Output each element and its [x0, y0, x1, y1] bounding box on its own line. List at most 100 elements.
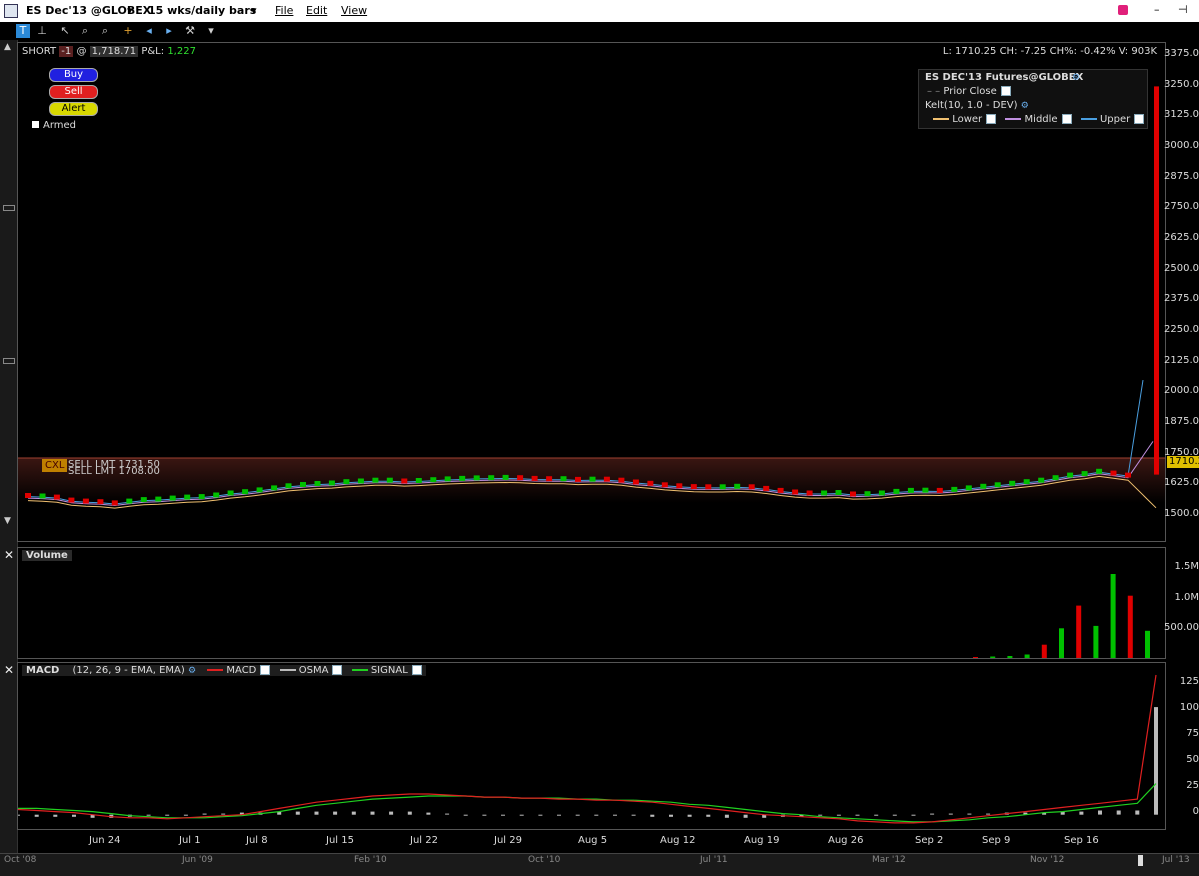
volume-bar [1093, 625, 1099, 658]
macd-line [18, 674, 1157, 824]
price-candle [589, 476, 596, 482]
zoom-out-icon[interactable]: ⌕ [98, 24, 112, 38]
menu-edit[interactable]: Edit [306, 4, 327, 17]
price-candle [314, 481, 321, 486]
minimize-icon[interactable]: – [1154, 3, 1160, 16]
volume-bar [990, 656, 996, 658]
alert-button[interactable]: Alert [49, 102, 98, 116]
splitter-handle[interactable] [3, 358, 15, 364]
lower-line-icon [933, 118, 949, 120]
signal-line-icon [351, 669, 368, 671]
left-scroll-strip: ▲ ▼ ✕ ✕ [0, 40, 18, 855]
price-candle [792, 489, 799, 495]
dash-line-icon: – – [927, 86, 941, 97]
toolbar-dropdown-icon[interactable]: ▾ [204, 24, 218, 38]
close-macd-icon[interactable]: ✕ [4, 663, 14, 677]
price-candle [97, 499, 104, 505]
overview-tick: Mar '12 [872, 855, 906, 865]
link-icon[interactable] [1118, 5, 1128, 15]
middle-checkbox[interactable] [1061, 114, 1072, 124]
price-candle [155, 496, 162, 502]
legend-settings-icon[interactable]: ⚙ [1072, 73, 1080, 83]
osma-bar [426, 812, 431, 815]
menu-view[interactable]: View [341, 4, 367, 17]
osma-bar [818, 814, 823, 816]
period-chevron-down-icon[interactable]: ▾ [251, 4, 257, 17]
price-candle [1125, 472, 1131, 478]
cancel-order-button[interactable]: CXL [42, 459, 68, 472]
osma-bar [874, 814, 879, 816]
price-tick: 2875.0 [1164, 171, 1199, 182]
osma-bar [706, 814, 711, 817]
scroll-up-icon[interactable]: ▲ [4, 42, 11, 52]
armed-checkbox[interactable]: Armed [32, 120, 76, 131]
osma-bar [72, 814, 76, 817]
price-axis[interactable]: 3375.0 3250.0 3125.0 3000.0 2875.0 2750.… [1164, 42, 1199, 540]
volume-chart [973, 574, 1150, 658]
cursor-icon[interactable]: ↖ [58, 24, 72, 38]
osma-bar [836, 814, 841, 816]
upper-checkbox[interactable] [1134, 114, 1145, 124]
macd-checkbox[interactable] [260, 665, 271, 675]
price-candle [1038, 477, 1045, 483]
date-tick: Sep 16 [1064, 835, 1099, 846]
lower-checkbox[interactable] [986, 114, 997, 124]
text-tool-icon[interactable]: T [16, 24, 30, 38]
price-candle [502, 474, 509, 480]
symbol-chevron-down-icon[interactable]: ▾ [127, 4, 133, 17]
date-tick: Jul 15 [326, 835, 354, 846]
price-candle [878, 490, 885, 496]
date-tick: Sep 9 [982, 835, 1011, 846]
wrench-icon[interactable]: ⚒ [183, 24, 197, 38]
osma-bar [687, 814, 692, 817]
osma-bar [18, 814, 20, 816]
crosshair-icon[interactable]: + [121, 24, 135, 38]
splitter-handle[interactable] [3, 205, 15, 211]
price-tick: 3250.0 [1164, 79, 1199, 90]
prior-close-checkbox[interactable] [1000, 86, 1011, 96]
buy-button[interactable]: Buy [49, 68, 98, 82]
price-candle [1110, 470, 1117, 476]
osma-bar [407, 811, 412, 815]
macd-settings-icon[interactable]: ⚙ [188, 666, 196, 676]
sell-button[interactable]: Sell [49, 85, 98, 99]
price-candle [575, 476, 581, 482]
armed-label: Armed [43, 120, 77, 131]
menu-file[interactable]: File [275, 4, 293, 17]
zoom-in-icon[interactable]: ⌕ [78, 24, 92, 38]
date-tick: Aug 5 [578, 835, 608, 846]
macd-tick: 100 [1179, 702, 1199, 713]
scroll-left-icon[interactable]: ◂ [142, 24, 156, 38]
price-candle [401, 478, 408, 484]
armed-box[interactable] [32, 121, 39, 128]
middle-line-icon [1005, 118, 1022, 120]
osma-checkbox[interactable] [332, 665, 343, 675]
close-volume-icon[interactable]: ✕ [4, 548, 14, 562]
bar-style-icon[interactable]: ⊥ [35, 24, 49, 38]
overview-scrollbar[interactable] [0, 853, 1199, 876]
kelt-settings-icon[interactable]: ⚙ [1021, 101, 1029, 111]
osma-bar [557, 814, 561, 816]
price-candle [922, 487, 929, 493]
price-candle [82, 498, 89, 504]
scroll-down-icon[interactable]: ▼ [4, 516, 11, 526]
price-candle [198, 494, 205, 500]
price-candle [705, 484, 712, 490]
scroll-right-icon[interactable]: ▸ [162, 24, 176, 38]
price-candle [517, 475, 524, 481]
signal-checkbox[interactable] [411, 665, 422, 675]
current-price-tag: 1710.2 [1167, 456, 1199, 468]
legend-prior-close[interactable]: – – Prior Close [927, 86, 1011, 97]
price-candle [328, 480, 335, 486]
osma-bar [1098, 810, 1102, 815]
osma-bar [1154, 707, 1158, 815]
price-candle [300, 482, 306, 487]
period-selector[interactable]: 15 wks/daily bars [148, 4, 256, 17]
macd-tick: 125 [1179, 676, 1199, 687]
price-candle [459, 475, 466, 481]
osma-bar [314, 811, 319, 815]
overview-thumb[interactable] [1138, 855, 1143, 866]
position-price: 1,718.71 [89, 46, 139, 57]
detach-icon[interactable]: ⊣ [1178, 3, 1188, 16]
price-candle [661, 482, 668, 488]
